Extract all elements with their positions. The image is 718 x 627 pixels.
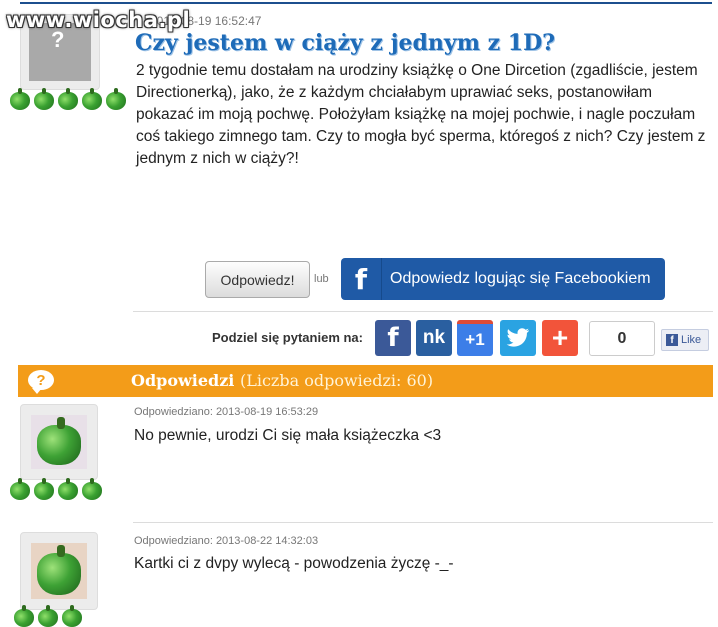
- share-facebook-button[interactable]: f: [375, 320, 411, 356]
- share-addthis-button[interactable]: +: [542, 320, 578, 356]
- answers-count: (Liczba odpowiedzi: 60): [239, 371, 434, 390]
- divider: [133, 311, 713, 312]
- or-label: lub: [314, 273, 329, 285]
- answer-date: Odpowiedziano: 2013-08-19 16:53:29: [134, 406, 319, 418]
- share-label: Podziel się pytaniem na:: [212, 330, 363, 345]
- pepper-icon: [80, 478, 104, 500]
- answer-text: Kartki ci z dvpy wylecą - powodzenia życ…: [134, 555, 454, 572]
- facebook-icon: f: [666, 334, 678, 346]
- share-google-plus-button[interactable]: +1: [457, 320, 493, 356]
- share-nk-button[interactable]: nk: [416, 320, 452, 356]
- question-title[interactable]: Czy jestem w ciąży z jednym z 1D?: [135, 30, 555, 56]
- facebook-icon: f: [341, 258, 382, 300]
- google-plus-icon: +1: [465, 330, 485, 349]
- pepper-icon: [104, 88, 128, 110]
- twitter-icon: [506, 328, 529, 347]
- pepper-icon: [8, 478, 32, 500]
- answers-title: Odpowiedzi: [131, 371, 235, 390]
- facebook-reply-button[interactable]: f Odpowiedz logując się Facebookiem: [341, 258, 665, 300]
- top-border: [20, 2, 712, 4]
- divider: [133, 522, 713, 523]
- speech-bubble-question-icon: ?: [28, 370, 54, 394]
- reply-button[interactable]: Odpowiedz!: [205, 261, 310, 298]
- facebook-icon: f: [387, 323, 399, 353]
- facebook-reply-label: Odpowiedz logując się Facebookiem: [390, 270, 651, 287]
- answer-date: Odpowiedziano: 2013-08-22 14:32:03: [134, 535, 319, 547]
- pepper-icon: [56, 478, 80, 500]
- question-rating: [8, 88, 128, 110]
- nk-icon: nk: [422, 327, 446, 348]
- pepper-avatar-image: [31, 415, 87, 469]
- answer-avatar: [20, 532, 98, 610]
- watermark: www.wiocha.pl: [6, 8, 191, 32]
- facebook-like-button[interactable]: f Like: [661, 329, 709, 351]
- plus-icon: +: [551, 322, 569, 353]
- question-body: 2 tygodnie temu dostałam na urodziny ksi…: [136, 62, 706, 167]
- pepper-icon: [32, 478, 56, 500]
- answer-text: No pewnie, urodzi Ci się mała książeczka…: [134, 427, 442, 444]
- answer-avatar: [20, 404, 98, 480]
- share-twitter-button[interactable]: [500, 320, 536, 356]
- pepper-icon: [56, 88, 80, 110]
- answer-rating: [8, 478, 104, 500]
- pepper-icon: [32, 88, 56, 110]
- pepper-icon: [8, 88, 32, 110]
- pepper-avatar-image: [31, 543, 87, 599]
- share-count: 0: [589, 321, 655, 356]
- like-label: Like: [681, 334, 702, 346]
- answers-header: ? Odpowiedzi (Liczba odpowiedzi: 60): [18, 365, 713, 397]
- pepper-icon: [80, 88, 104, 110]
